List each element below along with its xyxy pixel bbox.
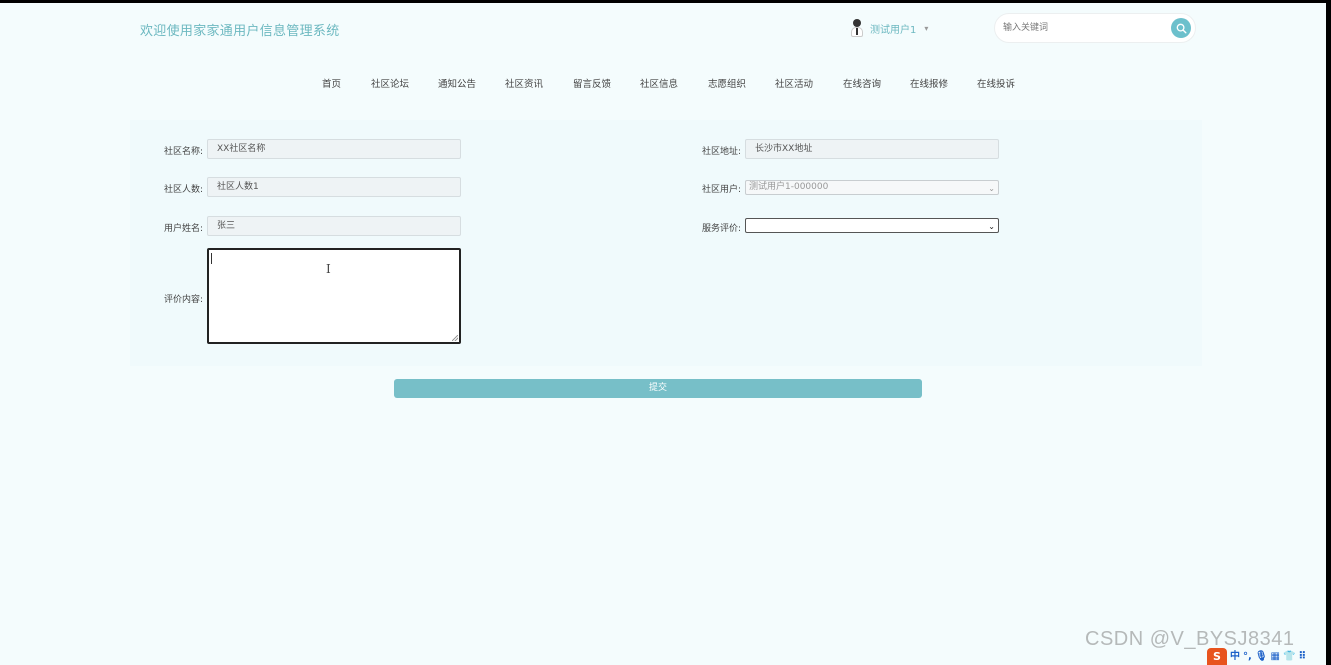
text-caret xyxy=(211,253,212,264)
chevron-down-icon: ⌄ xyxy=(988,222,995,231)
nav-item-consult[interactable]: 在线咨询 xyxy=(843,76,881,90)
nav-item-complaint[interactable]: 在线投诉 xyxy=(977,76,1015,90)
search-icon xyxy=(1176,23,1187,34)
site-title: 欢迎使用家家通用户信息管理系统 xyxy=(140,24,340,39)
review-content-label: 评价内容: xyxy=(164,295,204,305)
ime-logo-icon[interactable]: S xyxy=(1207,648,1227,665)
community-user-value: 测试用户1-000000 xyxy=(749,182,829,192)
user-real-name-field[interactable]: 张三 xyxy=(207,216,461,236)
chevron-down-icon: ▾ xyxy=(924,23,929,33)
ibeam-cursor-icon: I xyxy=(326,262,331,276)
nav-item-volunteer[interactable]: 志愿组织 xyxy=(708,76,746,90)
nav-item-activities[interactable]: 社区活动 xyxy=(775,76,813,90)
service-rating-label: 服务评价: xyxy=(702,224,742,234)
resize-grip-icon[interactable] xyxy=(452,335,458,341)
nav-item-forum[interactable]: 社区论坛 xyxy=(371,76,409,90)
ime-microphone-icon[interactable]: 🎙 xyxy=(1255,648,1268,665)
nav-item-repair[interactable]: 在线报修 xyxy=(910,76,948,90)
community-population-label: 社区人数: xyxy=(164,185,204,195)
community-address-field[interactable]: 长沙市XX地址 xyxy=(745,139,999,159)
nav-item-feedback[interactable]: 留言反馈 xyxy=(573,76,611,90)
user-name: 测试用户1 xyxy=(870,24,917,36)
user-real-name-label: 用户姓名: xyxy=(164,224,204,234)
nav-item-notices[interactable]: 通知公告 xyxy=(438,76,476,90)
ime-punctuation-icon[interactable]: °, xyxy=(1243,648,1252,665)
ime-toolbar: S 中 °, 🎙 ▦ 👕 ⠿ xyxy=(1207,648,1327,665)
ime-menu-icon[interactable]: ⠿ xyxy=(1298,648,1306,665)
chevron-down-icon: ⌄ xyxy=(988,184,995,193)
submit-button[interactable]: 提交 xyxy=(394,379,922,398)
ime-keyboard-icon[interactable]: ▦ xyxy=(1271,648,1280,665)
nav-item-home[interactable]: 首页 xyxy=(322,76,341,90)
community-name-label: 社区名称: xyxy=(164,147,204,157)
search-button[interactable] xyxy=(1171,18,1191,38)
nav-item-community-info[interactable]: 社区信息 xyxy=(640,76,678,90)
user-avatar-icon xyxy=(850,18,864,38)
user-menu[interactable]: 测试用户1 ▾ xyxy=(850,18,928,38)
main-nav: 首页 社区论坛 通知公告 社区资讯 留言反馈 社区信息 志愿组织 社区活动 在线… xyxy=(0,76,1331,90)
community-population-field[interactable]: 社区人数1 xyxy=(207,177,461,197)
ime-chinese-mode[interactable]: 中 xyxy=(1230,648,1240,665)
search-box xyxy=(994,13,1196,43)
community-user-select[interactable]: 测试用户1-000000 ⌄ xyxy=(745,180,999,195)
ime-skin-icon[interactable]: 👕 xyxy=(1283,648,1295,665)
window-right-border xyxy=(1326,0,1331,665)
community-name-field[interactable]: XX社区名称 xyxy=(207,139,461,159)
search-input[interactable] xyxy=(1003,20,1163,36)
community-address-label: 社区地址: xyxy=(702,147,742,157)
service-rating-select[interactable]: ⌄ xyxy=(745,218,999,233)
review-content-textarea[interactable]: I xyxy=(207,248,461,344)
nav-item-news[interactable]: 社区资讯 xyxy=(505,76,543,90)
community-user-label: 社区用户: xyxy=(702,185,742,195)
window-top-border xyxy=(0,0,1331,3)
